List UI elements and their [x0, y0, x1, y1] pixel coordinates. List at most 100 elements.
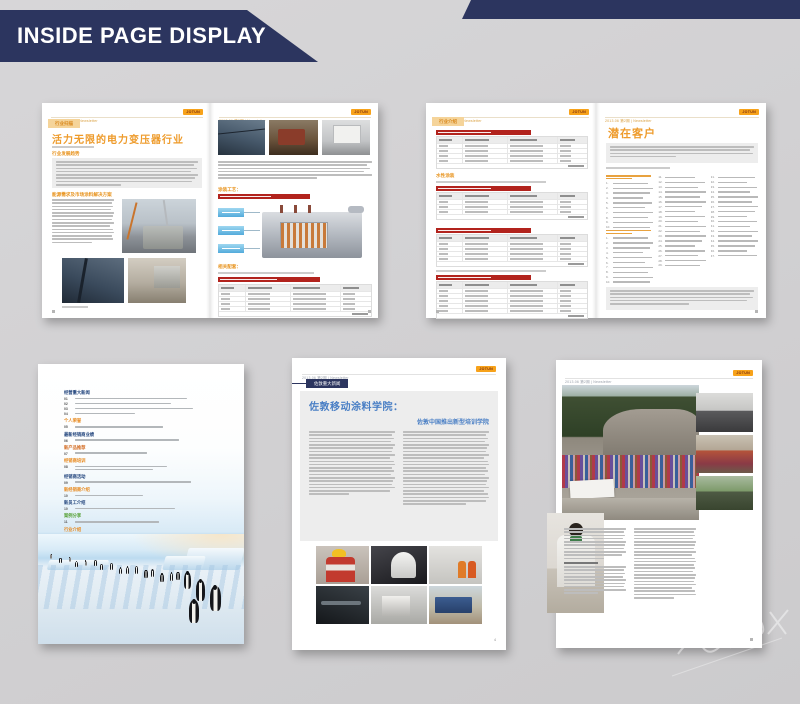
jotun-logo: JOTUN — [733, 370, 753, 376]
text-line — [52, 232, 114, 234]
table-banner-3 — [436, 228, 531, 233]
text-line — [403, 467, 486, 469]
table-cell — [437, 289, 463, 293]
text-line — [403, 451, 486, 453]
penguin — [126, 567, 129, 574]
text-line — [610, 153, 753, 155]
table-cell — [246, 297, 291, 301]
text-line — [309, 454, 395, 456]
pylon-strut — [77, 258, 88, 303]
text-line — [564, 569, 624, 571]
customer-column-2: 11.12.13.14.15.16.17.18.19.20.21.22.23.2… — [658, 175, 705, 283]
table-cell — [437, 144, 463, 148]
note-line-placeholder — [436, 181, 546, 183]
table-cell — [291, 292, 342, 296]
news-photo-grid — [316, 546, 482, 624]
coating-spec-table — [218, 284, 372, 317]
text-line — [403, 470, 488, 472]
table-cell — [508, 235, 558, 241]
text-line — [309, 484, 392, 486]
table-cell — [437, 159, 463, 163]
table-cell — [341, 302, 371, 306]
text-line — [56, 174, 198, 176]
text-line — [564, 589, 626, 591]
subheading-config: 相关配套： — [218, 264, 241, 270]
text-line — [52, 212, 114, 214]
table-cell — [558, 144, 587, 148]
truck-container — [435, 597, 472, 613]
table-cell — [463, 193, 507, 199]
text-line — [403, 438, 488, 440]
table-cell — [463, 137, 507, 143]
text-line — [564, 544, 625, 546]
showcase-canvas: INSIDE PAGE DISPLAY 2013.06 第2期 | Newsle… — [0, 0, 800, 704]
table-cell — [508, 242, 558, 246]
toc-item: 09 — [64, 481, 218, 485]
table-total-row — [437, 164, 587, 168]
text-line — [403, 431, 489, 433]
callout-label-placeholder — [222, 248, 240, 249]
text-line — [403, 490, 484, 492]
toc-section-title: 最新经销商业绩 — [64, 432, 218, 438]
table-header-row — [437, 137, 587, 144]
page-number-mark — [368, 310, 371, 313]
table-cell — [508, 282, 558, 288]
events-page: 2013.06 第2期 | Newsletter JOTUN — [556, 360, 762, 648]
label-rule — [292, 383, 306, 384]
photo-formal-group — [696, 393, 753, 432]
penguin-large — [184, 572, 191, 589]
paragraph — [564, 528, 626, 559]
section-tag: 行业扫描 — [48, 119, 80, 128]
table-cell — [463, 257, 507, 261]
text-line — [403, 444, 489, 446]
text-line — [218, 171, 364, 173]
toc-section: 新经销商介绍10 — [64, 487, 218, 498]
text-line — [309, 467, 392, 469]
text-line — [634, 531, 694, 533]
callout-label-placeholder — [222, 230, 240, 231]
text-line — [403, 484, 486, 486]
text-line — [564, 535, 625, 537]
text-line — [634, 544, 695, 546]
text-line — [634, 551, 696, 553]
toc-item: 10 — [64, 507, 218, 511]
spread-fold — [592, 103, 600, 318]
callout-top — [218, 208, 244, 217]
tractor-body — [278, 129, 305, 145]
table-cell — [341, 297, 371, 301]
table-cell — [558, 235, 587, 241]
table-cell — [508, 294, 558, 298]
page-header: 2013.06 第2期 | Newsletter JOTUN — [219, 109, 371, 118]
text-line — [52, 206, 113, 208]
table-cell — [437, 252, 463, 256]
toc-section-title: 经营重大新闻 — [64, 390, 218, 396]
customer-list-item: 10. — [606, 280, 653, 283]
customers-title: 潜在客户 — [608, 125, 758, 141]
article-title: 活力无限的电力变压器行业 — [52, 131, 205, 146]
table-cell — [291, 302, 342, 306]
table-cell — [508, 210, 558, 214]
penguin — [176, 572, 180, 580]
spread-customers: 2013.06 第2期 | Newsletter JOTUN 行业介绍 水性涂装… — [426, 103, 766, 318]
penguin — [110, 563, 113, 570]
penguin — [170, 573, 174, 581]
toc-section: 个人荣誉05 — [64, 418, 218, 429]
table-cell — [558, 289, 587, 293]
subheading-solutions: 能源需求及市场涂料解决方案 — [52, 192, 112, 198]
toc-item: 11 — [64, 520, 218, 524]
spec-table-3 — [436, 234, 588, 267]
table-cell — [463, 242, 507, 246]
text-line — [403, 461, 488, 463]
table-cell — [437, 149, 463, 153]
text-line — [56, 171, 191, 173]
text-line — [634, 590, 695, 592]
page-number-mark — [436, 310, 439, 313]
text-line — [403, 441, 485, 443]
text-line — [634, 548, 694, 550]
table-cell — [219, 307, 246, 311]
table-cell — [246, 292, 291, 296]
table-cell — [463, 235, 507, 241]
note-line-placeholder — [436, 270, 546, 272]
jotun-logo: JOTUN — [569, 109, 589, 115]
text-line — [52, 202, 112, 204]
